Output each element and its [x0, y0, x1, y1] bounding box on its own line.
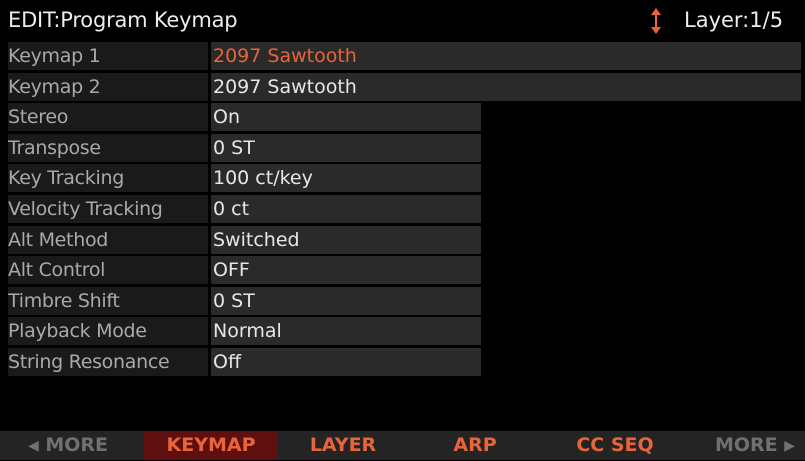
- more-right-label: MORE: [714, 434, 778, 456]
- param-value-playback-mode[interactable]: Normal: [211, 317, 481, 346]
- param-label: Alt Method: [8, 225, 208, 254]
- param-label: Key Tracking: [8, 164, 208, 193]
- arp-soft-button[interactable]: ARP: [420, 431, 530, 460]
- more-left-label: MORE: [45, 434, 109, 456]
- param-value-timbre-shift[interactable]: 0 ST: [211, 286, 481, 315]
- keymap-soft-button[interactable]: KEYMAP: [144, 431, 278, 460]
- arp-label: ARP: [453, 434, 497, 456]
- param-value-velocity-tracking[interactable]: 0 ct: [211, 194, 481, 223]
- cc-seq-soft-button[interactable]: CC SEQ: [555, 431, 675, 460]
- soft-button-bar: ◀ MORE KEYMAP LAYER ARP CC SEQ MORE ▶: [0, 431, 805, 460]
- param-label: Playback Mode: [8, 317, 208, 346]
- page-title: EDIT:Program Keymap: [8, 8, 238, 32]
- param-value-keymap-1[interactable]: 2097 Sawtooth: [211, 42, 801, 70]
- title-bar: EDIT:Program Keymap Layer:1/5: [0, 0, 805, 42]
- layer-soft-button[interactable]: LAYER: [288, 431, 398, 460]
- param-value-transpose[interactable]: 0 ST: [211, 133, 481, 162]
- param-label: Keymap 2: [8, 72, 208, 101]
- keymap-label: KEYMAP: [166, 434, 256, 456]
- param-value-stereo[interactable]: On: [211, 103, 481, 132]
- param-value-keymap-2[interactable]: 2097 Sawtooth: [211, 72, 801, 101]
- triangle-left-icon: ◀: [27, 438, 39, 454]
- param-label: Keymap 1: [8, 42, 208, 70]
- param-value-string-resonance[interactable]: Off: [211, 347, 481, 376]
- layer-indicator: Layer:1/5: [684, 8, 784, 32]
- up-down-arrows-icon[interactable]: [648, 6, 664, 36]
- param-label: Velocity Tracking: [8, 194, 208, 223]
- param-label: Alt Control: [8, 256, 208, 285]
- param-label: Timbre Shift: [8, 286, 208, 315]
- param-label: Transpose: [8, 133, 208, 162]
- more-right-button[interactable]: MORE ▶: [705, 431, 805, 460]
- param-value-alt-control[interactable]: OFF: [211, 256, 481, 285]
- param-value-key-tracking[interactable]: 100 ct/key: [211, 164, 481, 193]
- param-label: String Resonance: [8, 347, 208, 376]
- param-value-alt-method[interactable]: Switched: [211, 225, 481, 254]
- layer-label: LAYER: [309, 434, 377, 456]
- cc-seq-label: CC SEQ: [576, 434, 654, 456]
- triangle-right-icon: ▶: [784, 438, 796, 454]
- more-left-button[interactable]: ◀ MORE: [8, 431, 128, 460]
- param-label: Stereo: [8, 103, 208, 132]
